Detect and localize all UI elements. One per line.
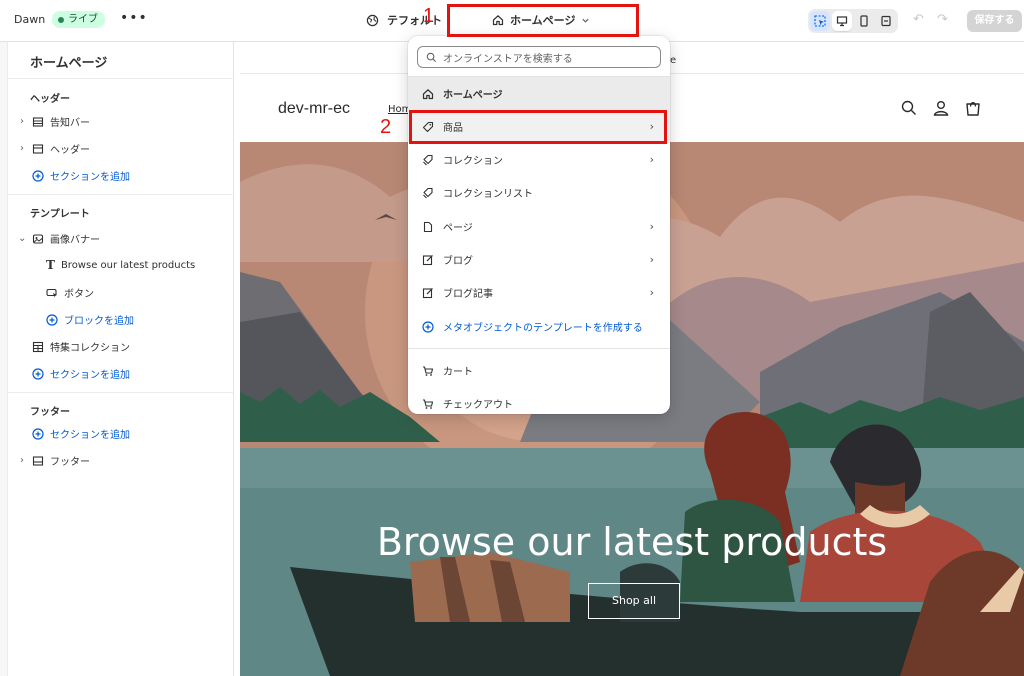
section-footer[interactable]: › フッター <box>18 453 90 468</box>
create-metaobject-template-button[interactable]: メタオブジェクトのテンプレートを作成する <box>408 310 670 343</box>
annotation-number-1: 1 <box>423 5 435 27</box>
blog-post-icon <box>422 287 433 298</box>
template-option-home[interactable]: ホームページ <box>408 77 670 110</box>
hero-heading: Browse our latest products <box>376 520 888 564</box>
text-block-icon: T <box>46 258 55 272</box>
sidebar-gutter <box>0 42 8 676</box>
plus-circle-icon <box>32 427 44 440</box>
plus-circle-icon <box>422 320 434 333</box>
theme-name: Dawn <box>14 13 46 26</box>
account-icon[interactable] <box>932 99 950 117</box>
template-option-collection-list[interactable]: コレクションリスト <box>408 176 670 209</box>
header-layout-icon <box>32 143 44 154</box>
search-icon <box>426 52 437 62</box>
add-section-header-button[interactable]: セクションを追加 <box>32 168 130 183</box>
select-cursor-icon <box>814 15 826 27</box>
annotation-number-2: 2 <box>380 116 392 138</box>
inspector-toolbar <box>808 9 898 33</box>
template-dropdown-menu: オンラインストアを検索する ホームページ 商品 › コレクション › コレクショ… <box>408 36 670 414</box>
section-featured-collection[interactable]: 特集コレクション <box>32 339 130 354</box>
template-group-heading: テンプレート <box>30 209 90 220</box>
theme-editor: Dawn ライブ ••• テフォルト ホームページ ↶ ↷ 保存する ホームペー… <box>0 0 1024 676</box>
plus-circle-icon <box>32 169 44 182</box>
image-banner-icon <box>32 233 44 244</box>
globe-icon <box>366 14 379 26</box>
sections-sidebar: ホームページ ヘッダー › 告知バー › ヘッダー セクションを追加 テンプレー… <box>0 42 234 676</box>
footer-group-heading: フッター <box>30 407 70 418</box>
fullscreen-icon <box>881 15 891 27</box>
template-option-cart[interactable]: カート <box>408 354 670 387</box>
chevron-right-icon[interactable]: › <box>18 143 26 154</box>
template-option-blogs[interactable]: ブログ › <box>408 243 670 276</box>
page-title: ホームページ <box>30 56 108 71</box>
chevron-right-icon: › <box>649 253 654 266</box>
add-block-button[interactable]: ブロックを追加 <box>46 312 134 327</box>
search-icon[interactable] <box>900 99 918 117</box>
divider <box>8 78 234 79</box>
more-actions-button[interactable]: ••• <box>120 10 148 26</box>
undo-icon[interactable]: ↶ <box>913 12 924 27</box>
chevron-right-icon[interactable]: › <box>18 455 26 466</box>
collection-list-icon <box>423 187 433 198</box>
checkout-icon <box>423 398 434 409</box>
cart-icon[interactable] <box>964 99 982 117</box>
plus-circle-icon <box>46 313 58 326</box>
mobile-view-button[interactable] <box>854 11 874 31</box>
chevron-down-icon[interactable]: ⌄ <box>18 233 26 244</box>
chevron-right-icon: › <box>649 286 654 299</box>
blog-icon <box>422 254 433 265</box>
template-option-blog-posts[interactable]: ブログ記事 › <box>408 276 670 309</box>
template-search-input[interactable]: オンラインストアを検索する <box>417 46 661 68</box>
button-block-icon <box>46 288 57 297</box>
block-banner-button[interactable]: ボタン <box>46 285 94 300</box>
section-announcement-bar[interactable]: › 告知バー <box>18 114 90 129</box>
chevron-right-icon: › <box>649 153 654 166</box>
fullscreen-view-button[interactable] <box>876 11 896 31</box>
template-option-checkout[interactable]: チェックアウト <box>408 387 670 414</box>
save-button[interactable]: 保存する <box>967 10 1022 32</box>
chevron-right-icon[interactable]: › <box>18 116 26 127</box>
template-option-pages[interactable]: ページ › <box>408 210 670 243</box>
announcement-bar-icon <box>32 116 44 127</box>
home-icon <box>422 88 434 99</box>
live-dot-icon <box>58 16 64 23</box>
add-section-template-button[interactable]: セクションを追加 <box>32 366 130 381</box>
cart-icon <box>423 365 434 376</box>
annotation-box-2 <box>409 110 667 144</box>
divider <box>8 194 234 195</box>
section-image-banner[interactable]: ⌄ 画像バナー <box>18 231 100 246</box>
page-icon <box>423 221 433 232</box>
add-section-footer-button[interactable]: セクションを追加 <box>32 426 130 441</box>
collection-icon <box>423 154 433 165</box>
redo-icon[interactable]: ↷ <box>937 12 948 27</box>
section-header[interactable]: › ヘッダー <box>18 141 90 156</box>
store-logo-text[interactable]: dev-mr-ec <box>278 100 350 118</box>
inspector-toggle-button[interactable] <box>810 11 830 31</box>
footer-layout-icon <box>32 455 44 466</box>
featured-collection-icon <box>32 341 44 352</box>
header-group-heading: ヘッダー <box>30 94 70 105</box>
annotation-box-1 <box>447 4 639 37</box>
shop-all-button[interactable]: Shop all <box>588 583 680 619</box>
template-option-collections[interactable]: コレクション › <box>408 143 670 176</box>
header-icons <box>900 99 982 117</box>
desktop-view-button[interactable] <box>832 11 852 31</box>
live-badge: ライブ <box>52 11 105 28</box>
mobile-icon <box>860 15 868 27</box>
chevron-right-icon: › <box>649 220 654 233</box>
plus-circle-icon <box>32 367 44 380</box>
divider <box>408 348 670 349</box>
desktop-icon <box>836 16 848 27</box>
block-banner-text[interactable]: T Browse our latest products <box>46 258 195 272</box>
divider <box>8 392 234 393</box>
